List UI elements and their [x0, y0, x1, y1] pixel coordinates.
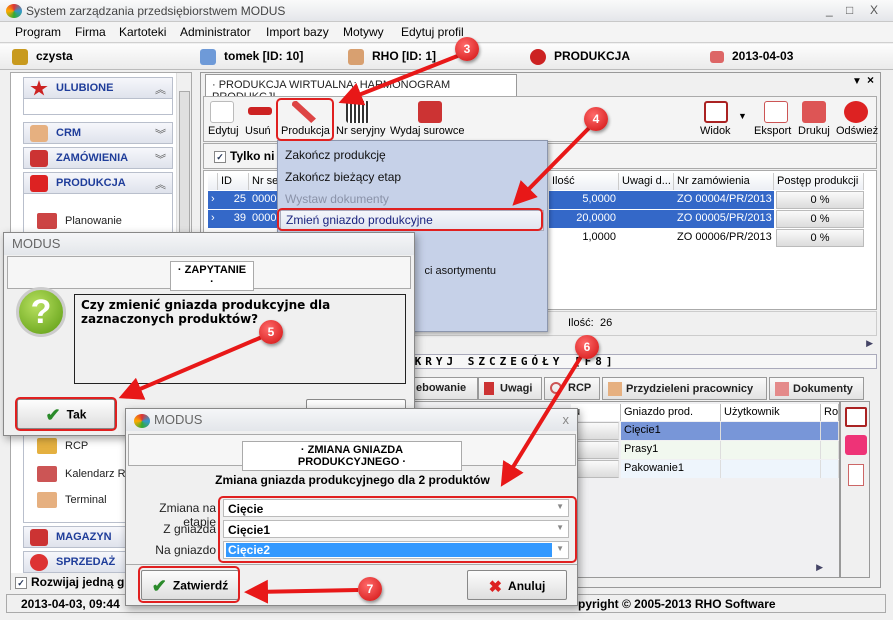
annotation-badge-3: 3 [455, 37, 479, 61]
annotation-badge-5: 5 [259, 320, 283, 344]
annotation-arrows [118, 53, 592, 604]
annotation-badge-7: 7 [358, 577, 382, 601]
arrow-3 [338, 53, 461, 106]
arrow-6 [500, 353, 584, 487]
arrow-4 [512, 125, 592, 206]
arrow-7 [244, 579, 359, 604]
arrow-5 [118, 335, 263, 400]
annotation-badge-6: 6 [575, 335, 599, 359]
annotation-badge-4: 4 [584, 107, 608, 131]
